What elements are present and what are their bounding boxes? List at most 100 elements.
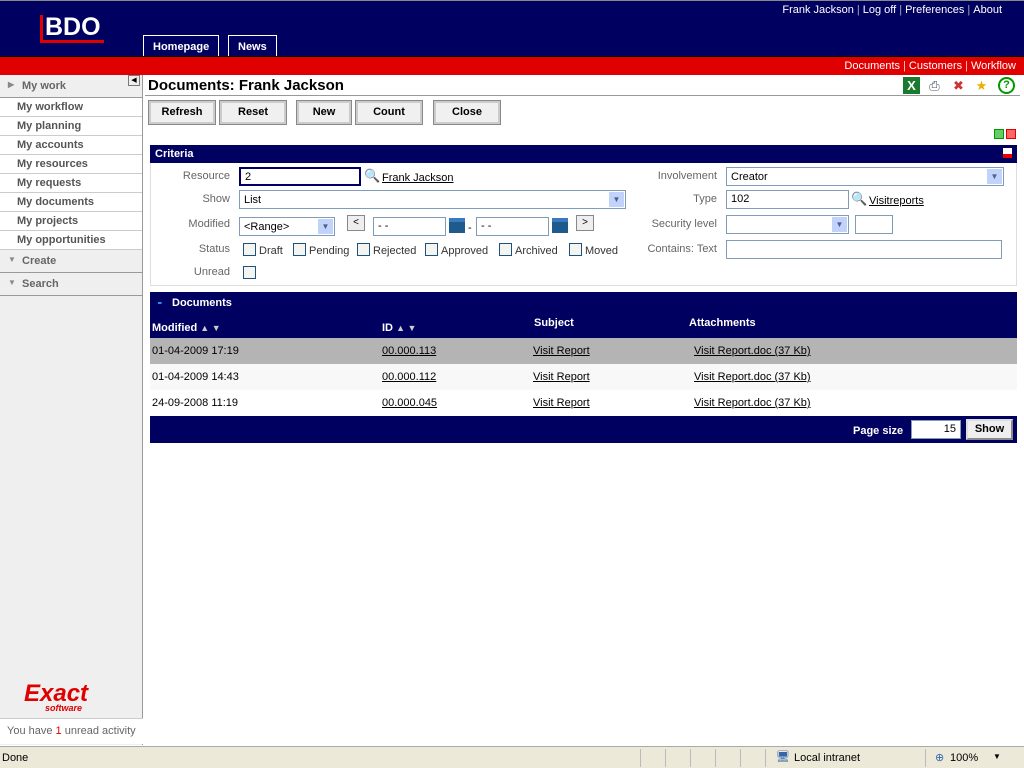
lookup-icon[interactable]: 🔍 bbox=[851, 191, 867, 207]
subject-link[interactable]: Visit Report bbox=[533, 345, 590, 357]
attachment-link[interactable]: Visit Report.doc (37 Kb) bbox=[694, 397, 811, 409]
about-link[interactable]: About bbox=[973, 4, 1002, 16]
next-period-button[interactable]: > bbox=[576, 215, 594, 231]
section-my-work[interactable]: ▶ My work bbox=[0, 75, 142, 98]
lookup-icon[interactable]: 🔍 bbox=[364, 168, 380, 184]
zoom-level[interactable]: 100% bbox=[950, 752, 978, 764]
tab-news[interactable]: News bbox=[228, 35, 277, 57]
documents-link[interactable]: Documents bbox=[844, 60, 900, 72]
column-id[interactable]: ID ▲ ▼ bbox=[382, 322, 416, 334]
type-name-link[interactable]: Visitreports bbox=[869, 195, 924, 207]
sidebar-item-requests[interactable]: My requests bbox=[0, 174, 142, 193]
draft-checkbox[interactable] bbox=[243, 243, 256, 256]
section-create[interactable]: ▼ Create bbox=[0, 250, 142, 273]
id-link[interactable]: 00.000.113 bbox=[382, 345, 436, 357]
documents-title: Documents bbox=[172, 297, 232, 309]
count-button[interactable]: Count bbox=[355, 100, 423, 125]
rejected-checkbox[interactable] bbox=[357, 243, 370, 256]
new-button[interactable]: New bbox=[296, 100, 352, 125]
column-subject: Subject bbox=[534, 317, 574, 329]
collapse-sidebar-button[interactable]: ◀ bbox=[128, 75, 140, 86]
resource-input[interactable]: 2 bbox=[239, 167, 361, 186]
sidebar-item-accounts[interactable]: My accounts bbox=[0, 136, 142, 155]
intranet-icon: 🖥 bbox=[776, 751, 790, 763]
subject-link[interactable]: Visit Report bbox=[533, 397, 590, 409]
contains-text-label: Contains: Text bbox=[647, 243, 717, 255]
involvement-select[interactable]: Creator ▼ bbox=[726, 167, 1004, 186]
collapse-icon[interactable] bbox=[1003, 148, 1012, 158]
reset-button[interactable]: Reset bbox=[219, 100, 287, 125]
help-icon[interactable]: ? bbox=[998, 77, 1015, 94]
approved-checkbox[interactable] bbox=[425, 243, 438, 256]
sidebar-item-planning[interactable]: My planning bbox=[0, 117, 142, 136]
modified-cell: 01-04-2009 17:19 bbox=[152, 345, 239, 357]
modified-cell: 24-09-2008 11:19 bbox=[152, 397, 239, 409]
tab-homepage[interactable]: Homepage bbox=[143, 35, 220, 57]
moved-label: Moved bbox=[585, 245, 619, 257]
modified-range-select[interactable]: <Range> ▼ bbox=[239, 217, 335, 236]
logoff-link[interactable]: Log off bbox=[863, 4, 896, 16]
workflow-link[interactable]: Workflow bbox=[971, 60, 1016, 72]
collapse-all-icon[interactable] bbox=[1006, 129, 1016, 139]
sidebar-item-projects[interactable]: My projects bbox=[0, 212, 142, 231]
refresh-button[interactable]: Refresh bbox=[148, 100, 216, 125]
id-link[interactable]: 00.000.112 bbox=[382, 371, 436, 383]
attachment-link[interactable]: Visit Report.doc (37 Kb) bbox=[694, 345, 811, 357]
unread-activity[interactable]: You have 1 unread activity bbox=[0, 718, 143, 744]
security-level-select[interactable]: ▼ bbox=[726, 215, 849, 234]
date-from-input[interactable]: - - bbox=[373, 217, 446, 236]
zone-text: Local intranet bbox=[794, 752, 861, 764]
security-level-input[interactable] bbox=[855, 215, 893, 234]
zoom-icon[interactable]: ⊕ bbox=[935, 751, 944, 764]
sidebar-item-documents[interactable]: My documents bbox=[0, 193, 142, 212]
chevron-down-icon: ▼ bbox=[8, 278, 16, 287]
table-row[interactable]: 01-04-2009 14:43 00.000.112 Visit Report… bbox=[150, 364, 1017, 390]
calendar-icon[interactable] bbox=[552, 218, 568, 233]
attachment-link[interactable]: Visit Report.doc (37 Kb) bbox=[694, 371, 811, 383]
sidebar-item-resources[interactable]: My resources bbox=[0, 155, 142, 174]
pin-icon: ⁃ bbox=[157, 298, 163, 310]
expand-all-icon[interactable] bbox=[994, 129, 1004, 139]
page-size-input[interactable]: 15 bbox=[911, 420, 961, 439]
sidebar-item-workflow[interactable]: My workflow bbox=[0, 98, 142, 117]
criteria-header[interactable]: Criteria bbox=[150, 145, 1017, 163]
status-bar: Done 🖥 Local intranet ⊕ 100% ▼ bbox=[0, 746, 1024, 768]
section-search[interactable]: ▼ Search bbox=[0, 273, 142, 296]
show-button[interactable]: Show bbox=[966, 419, 1013, 440]
tools-icon[interactable]: ✖ bbox=[950, 77, 967, 94]
sidebar: ▶ My work My workflow My planning My acco… bbox=[0, 75, 143, 745]
sidebar-item-opportunities[interactable]: My opportunities bbox=[0, 231, 142, 250]
date-to-input[interactable]: - - bbox=[476, 217, 549, 236]
header: BDO Homepage News Frank Jackson | Log off |… bbox=[0, 0, 1024, 57]
chevron-down-icon: ▼ bbox=[8, 255, 16, 264]
security-level-label: Security level bbox=[651, 218, 717, 230]
type-input[interactable]: 102 bbox=[726, 190, 849, 209]
id-link[interactable]: 00.000.045 bbox=[382, 397, 437, 409]
column-modified[interactable]: Modified ▲ ▼ bbox=[152, 322, 221, 334]
favorite-icon[interactable]: ★ bbox=[973, 77, 990, 94]
show-select[interactable]: List ▼ bbox=[239, 190, 626, 209]
table-row[interactable]: 01-04-2009 17:19 00.000.113 Visit Report… bbox=[150, 338, 1017, 364]
user-name-link[interactable]: Frank Jackson bbox=[782, 4, 854, 16]
print-icon[interactable]: ⎙ bbox=[926, 77, 943, 94]
documents-footer: Page size 15 Show bbox=[150, 416, 1017, 443]
calendar-icon[interactable] bbox=[449, 218, 465, 233]
bdo-logo: BDO bbox=[40, 15, 104, 43]
chevron-down-icon[interactable]: ▼ bbox=[993, 752, 1001, 761]
draft-label: Draft bbox=[259, 245, 283, 257]
pending-checkbox[interactable] bbox=[293, 243, 306, 256]
archived-checkbox[interactable] bbox=[499, 243, 512, 256]
unread-checkbox[interactable] bbox=[243, 266, 256, 279]
subject-link[interactable]: Visit Report bbox=[533, 371, 590, 383]
table-row[interactable]: 24-09-2008 11:19 00.000.045 Visit Report… bbox=[150, 390, 1017, 416]
shortcut-bar: Documents | Customers | Workflow bbox=[0, 56, 1024, 75]
modified-label: Modified bbox=[188, 218, 230, 230]
moved-checkbox[interactable] bbox=[569, 243, 582, 256]
preferences-link[interactable]: Preferences bbox=[905, 4, 964, 16]
contains-text-input[interactable] bbox=[726, 240, 1002, 259]
previous-period-button[interactable]: < bbox=[347, 215, 365, 231]
excel-icon[interactable]: X bbox=[903, 77, 920, 94]
resource-name-link[interactable]: Frank Jackson bbox=[382, 172, 454, 184]
customers-link[interactable]: Customers bbox=[909, 60, 962, 72]
close-button[interactable]: Close bbox=[433, 100, 501, 125]
